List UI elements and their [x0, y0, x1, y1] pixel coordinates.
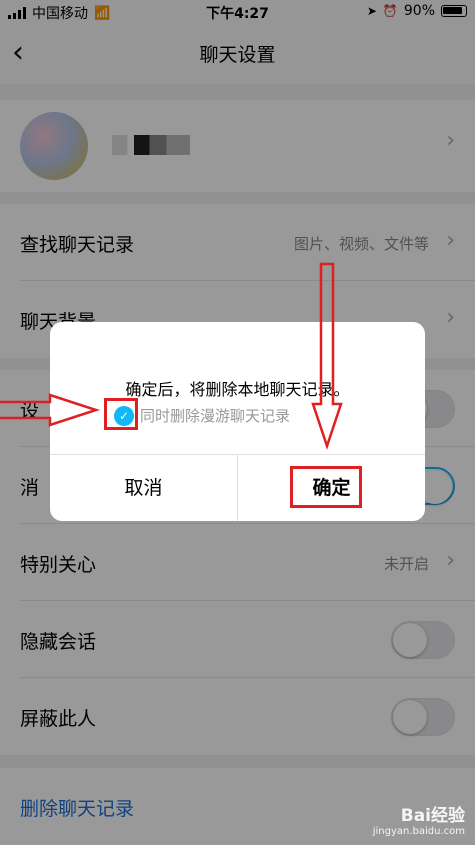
confirm-highlight-box	[290, 466, 362, 508]
roaming-delete-option[interactable]: ✓ 同时删除漫游聊天记录	[114, 405, 290, 426]
checkbox-highlight-box	[104, 398, 138, 430]
cancel-button[interactable]: 取消	[50, 455, 237, 521]
roaming-delete-label: 同时删除漫游聊天记录	[140, 407, 291, 425]
watermark-url: jingyan.baidu.com	[372, 826, 465, 837]
dialog-message: 确定后，将删除本地聊天记录。	[125, 380, 350, 399]
watermark: Bai经验 jingyan.baidu.com	[373, 801, 465, 837]
watermark-name: Bai经验	[400, 806, 465, 826]
